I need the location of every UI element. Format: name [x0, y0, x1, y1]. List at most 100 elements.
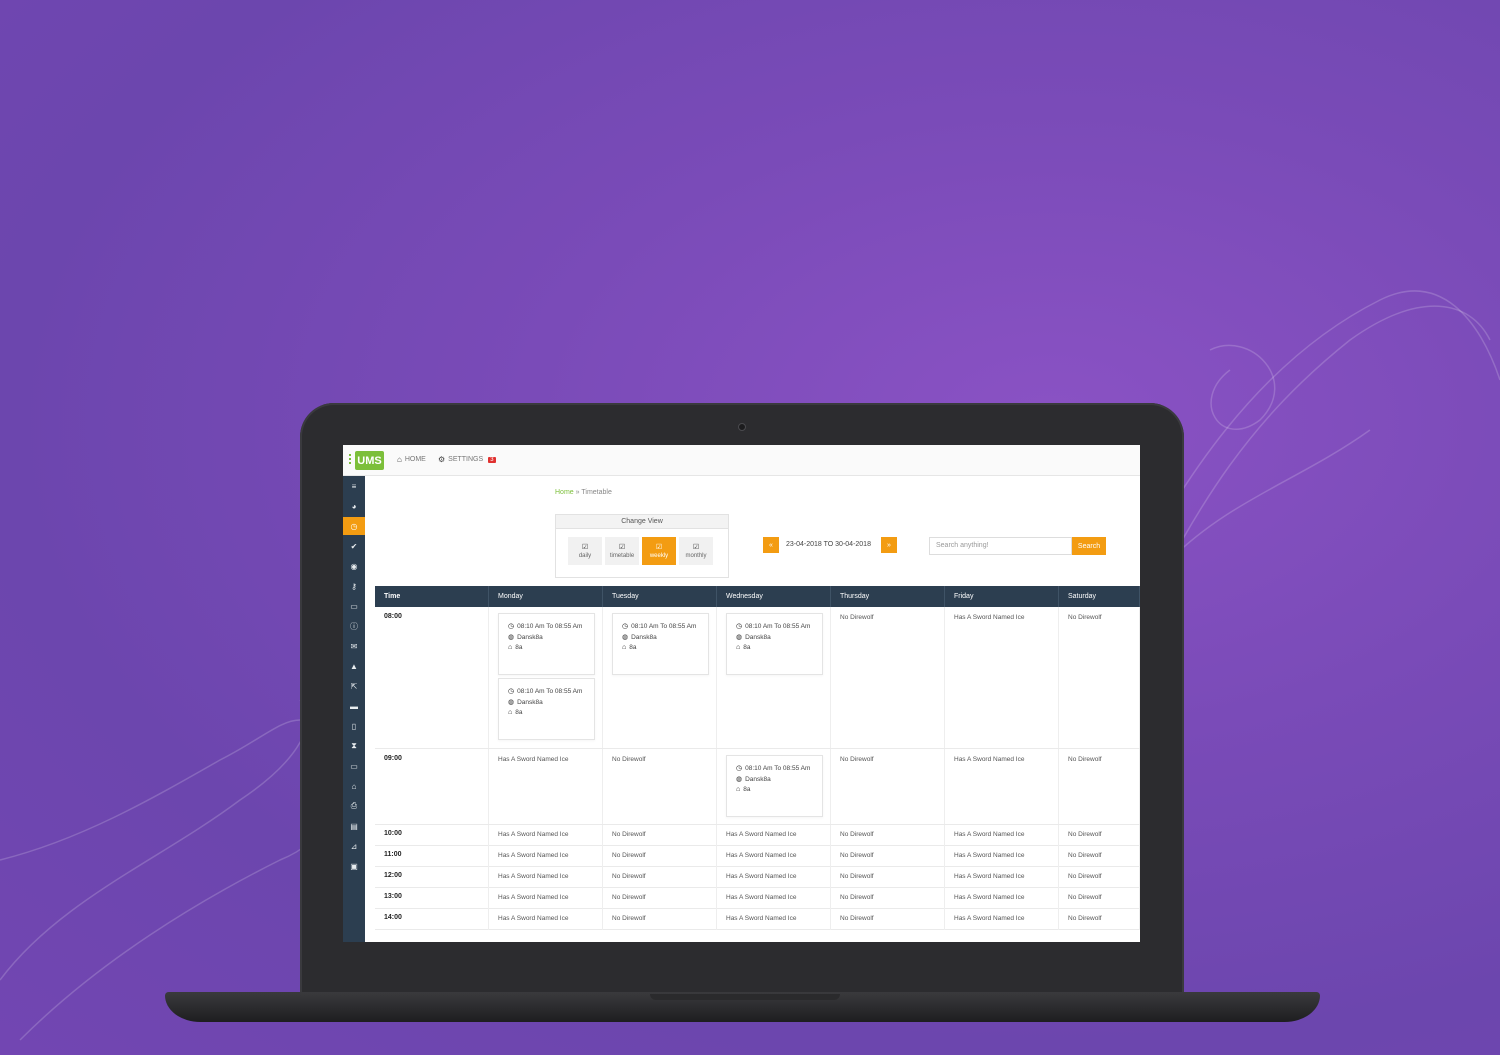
table-cell: No Direwolf — [603, 825, 717, 846]
table-cell: Has A Sword Named Ice — [489, 846, 603, 867]
share-icon[interactable]: ⇱ — [343, 677, 365, 695]
session-card[interactable]: ◷ 08:10 Am To 08:55 Am ◍ Dansk8a ⌂ 8a — [612, 613, 709, 675]
chart-icon[interactable]: ⊿ — [343, 837, 365, 855]
session-time: 08:10 Am To 08:55 Am — [745, 765, 811, 772]
table-cell: No Direwolf — [603, 867, 717, 888]
check-icon[interactable]: ✔ — [343, 537, 365, 555]
view-monthly-label: monthly — [685, 553, 707, 559]
hourglass-icon[interactable]: ⧗ — [343, 737, 365, 755]
menu-icon[interactable]: ≡ — [343, 477, 365, 495]
table-cell: Has A Sword Named Ice — [717, 909, 831, 930]
table-cell: No Direwolf — [1059, 909, 1140, 930]
gears-icon: ⚙ — [438, 455, 446, 464]
session-teacher-line: ◍ Dansk8a — [508, 698, 594, 709]
table-row: 10:00 Has A Sword Named Ice No Direwolf Has… — [375, 825, 1140, 846]
session-room-line: ⌂ 8a — [508, 708, 594, 719]
dashboard-icon[interactable]: ◕ — [343, 497, 365, 515]
inbox-icon[interactable]: ▣ — [343, 857, 365, 875]
time-cell: 12:00 — [375, 867, 489, 888]
table-cell: Has A Sword Named Ice — [945, 607, 1059, 748]
breadcrumb: Home » Timetable — [555, 489, 612, 496]
view-timetable-label: timetable — [609, 553, 635, 559]
table-cell: Has A Sword Named Ice — [489, 825, 603, 846]
card-icon[interactable]: ▬ — [343, 697, 365, 715]
view-daily-button[interactable]: ☑ daily — [568, 537, 602, 565]
table-row: 12:00 Has A Sword Named Ice No Direwolf Has… — [375, 867, 1140, 888]
app-screen: UMS ⌂ HOME ⚙ SETTINGS 3 ≡ ◕ ◷ ✔ ◉ ⚷ ▭ ⓘ … — [343, 445, 1140, 942]
checkbox-icon: ☑ — [655, 544, 663, 551]
table-cell: Has A Sword Named Ice — [945, 846, 1059, 867]
menu-toggle-icon[interactable] — [349, 454, 352, 467]
view-monthly-button[interactable]: ☑ monthly — [679, 537, 713, 565]
session-room: 8a — [743, 644, 751, 651]
mobile-icon[interactable]: ▯ — [343, 717, 365, 735]
next-week-button[interactable]: » — [881, 537, 897, 553]
col-header-saturday: Saturday — [1059, 586, 1140, 607]
globe-icon: ◍ — [736, 775, 743, 783]
webcam — [738, 423, 746, 431]
session-card[interactable]: ◷ 08:10 Am To 08:55 Am ◍ Dansk8a ⌂ 8a — [726, 755, 823, 817]
change-view-panel: Change View ☑ daily ☑ timetable ☑ weekly ☑ m… — [555, 514, 729, 578]
globe-icon: ◍ — [508, 633, 515, 641]
info-icon[interactable]: ⓘ — [343, 617, 365, 635]
table-row: 08:00 ◷ 08:10 Am To 08:55 Am ◍ Dansk8a ⌂ 8a ◷ 08… — [375, 607, 1140, 749]
search-button[interactable]: Search — [1072, 537, 1106, 555]
col-header-monday: Monday — [489, 586, 603, 607]
breadcrumb-separator: » — [575, 489, 580, 496]
nav-settings[interactable]: ⚙ SETTINGS 3 — [438, 455, 496, 464]
table-cell: No Direwolf — [603, 749, 717, 824]
table-cell: No Direwolf — [603, 846, 717, 867]
session-teacher-line: ◍ Dansk8a — [622, 633, 708, 644]
circle-icon[interactable]: ◉ — [343, 557, 365, 575]
session-time-line: ◷ 08:10 Am To 08:55 Am — [622, 622, 708, 633]
session-time: 08:10 Am To 08:55 Am — [517, 623, 583, 630]
home-icon: ⌂ — [736, 786, 741, 793]
checkbox-icon: ☑ — [618, 544, 626, 551]
print-icon[interactable]: ⎙ — [343, 797, 365, 815]
comments-icon[interactable]: ▭ — [343, 757, 365, 775]
table-cell: No Direwolf — [831, 749, 945, 824]
session-time: 08:10 Am To 08:55 Am — [517, 688, 583, 695]
col-header-tuesday: Tuesday — [603, 586, 717, 607]
table-cell: No Direwolf — [831, 607, 945, 748]
chat-icon[interactable]: ▭ — [343, 597, 365, 615]
search-input[interactable]: Search anything! — [929, 537, 1072, 555]
file-icon[interactable]: ▤ — [343, 817, 365, 835]
clock-icon: ◷ — [508, 623, 515, 630]
view-timetable-button[interactable]: ☑ timetable — [605, 537, 639, 565]
session-room: 8a — [629, 644, 637, 651]
checkbox-icon: ☑ — [692, 544, 700, 551]
view-daily-label: daily — [578, 553, 592, 559]
col-header-friday: Friday — [945, 586, 1059, 607]
sidebar: ≡ ◕ ◷ ✔ ◉ ⚷ ▭ ⓘ ✉ ▲ ⇱ ▬ ▯ ⧗ ▭ ⌂ ⎙ ▤ ⊿ ▣ — [343, 476, 365, 942]
time-cell: 09:00 — [375, 749, 489, 824]
prev-week-button[interactable]: « — [763, 537, 779, 553]
session-card[interactable]: ◷ 08:10 Am To 08:55 Am ◍ Dansk8a ⌂ 8a — [498, 613, 595, 675]
time-cell: 14:00 — [375, 909, 489, 930]
session-card[interactable]: ◷ 08:10 Am To 08:55 Am ◍ Dansk8a ⌂ 8a — [498, 678, 595, 740]
session-teacher-line: ◍ Dansk8a — [508, 633, 594, 644]
table-cell: Has A Sword Named Ice — [945, 825, 1059, 846]
top-navbar: UMS ⌂ HOME ⚙ SETTINGS 3 — [343, 445, 1140, 476]
table-cell: Has A Sword Named Ice — [717, 888, 831, 909]
clock-icon: ◷ — [622, 623, 629, 630]
app-logo[interactable]: UMS — [355, 451, 384, 470]
view-weekly-button[interactable]: ☑ weekly — [642, 537, 676, 565]
warning-icon[interactable]: ▲ — [343, 657, 365, 675]
mail-icon[interactable]: ✉ — [343, 637, 365, 655]
table-cell: No Direwolf — [1059, 825, 1140, 846]
key-icon[interactable]: ⚷ — [343, 577, 365, 595]
view-weekly-label: weekly — [649, 553, 669, 559]
session-room-line: ⌂ 8a — [622, 643, 708, 654]
checkbox-icon: ☑ — [581, 544, 589, 551]
table-cell: Has A Sword Named Ice — [489, 888, 603, 909]
table-row: 11:00 Has A Sword Named Ice No Direwolf Has… — [375, 846, 1140, 867]
breadcrumb-home[interactable]: Home — [555, 489, 574, 496]
bank-icon[interactable]: ⌂ — [343, 777, 365, 795]
time-cell: 13:00 — [375, 888, 489, 909]
table-header: Time Monday Tuesday Wednesday Thursday F… — [375, 586, 1140, 607]
session-card[interactable]: ◷ 08:10 Am To 08:55 Am ◍ Dansk8a ⌂ 8a — [726, 613, 823, 675]
table-body: 08:00 ◷ 08:10 Am To 08:55 Am ◍ Dansk8a ⌂ 8a ◷ 08… — [375, 607, 1140, 930]
clock-icon[interactable]: ◷ — [343, 517, 365, 535]
nav-home[interactable]: ⌂ HOME — [397, 455, 426, 464]
